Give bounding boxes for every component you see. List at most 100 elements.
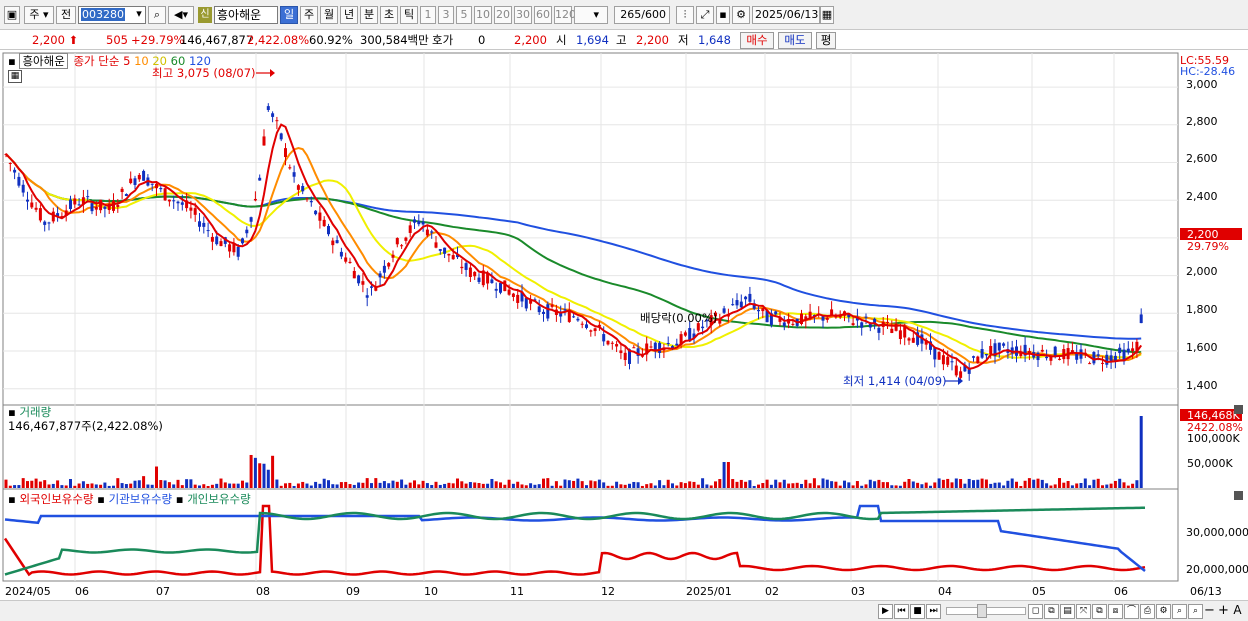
last-page-icon[interactable]: ⏭ (926, 604, 941, 619)
chart-navigation-bar: ▶ ⏮ ■ ⏭ ◻ ⧉ ▤ ⤧ ⧉ ⧈ ⌒ ⎙ ⚙ ⌕ ⌕ − + A (0, 600, 1248, 621)
calendar-icon[interactable]: ▦ (820, 6, 834, 24)
search-icon[interactable]: ⌕ (148, 6, 166, 24)
code-dropdown-icon[interactable]: ▾ (132, 6, 146, 24)
minute-120[interactable]: 120 (554, 6, 576, 24)
interval-minute[interactable]: 분 (360, 6, 378, 24)
price-legend-name[interactable]: 흥아해운 (19, 53, 68, 69)
holding-panel-close-icon[interactable] (1234, 491, 1243, 500)
volume-tick-50000k: 50,000K (1187, 457, 1233, 470)
x-label-08: 08 (256, 585, 270, 598)
high-label: 고 (616, 33, 627, 47)
save-icon[interactable]: ▪ (716, 6, 730, 24)
ma5-legend: 5 (123, 54, 131, 68)
date-field[interactable]: 2025/06/13 (752, 6, 820, 24)
y-tick-2000: 2,000 (1186, 265, 1218, 278)
x-label-06-2025: 06 (1114, 585, 1128, 598)
buy-button[interactable]: 매수 (740, 32, 774, 49)
new-listing-badge: 신 (198, 7, 212, 23)
trade-amount: 300,584백만 (360, 33, 429, 47)
holding-y-axis: 30,000,000 20,000,000 (1186, 526, 1248, 576)
interval-tick[interactable]: 틱 (400, 6, 418, 24)
x-label-05: 05 (1032, 585, 1046, 598)
zoom-out-alt-icon[interactable]: ⌕ (1188, 604, 1203, 619)
candle-type-icon[interactable]: ⫶ (676, 6, 694, 24)
hc-label: HC:-28.46 (1180, 65, 1235, 78)
interval-year[interactable]: 년 (340, 6, 358, 24)
interval-month[interactable]: 월 (320, 6, 338, 24)
custom-interval-select[interactable]: ▾ (574, 6, 608, 24)
count-max: /600 (641, 8, 666, 21)
zoom-in-icon[interactable]: + (1216, 604, 1231, 619)
market-select[interactable]: 전 (56, 6, 76, 24)
hoga-price: 2,200 (514, 33, 547, 47)
holding-tick-30m: 30,000,000 (1186, 526, 1248, 539)
price-y-axis: 3,000 2,800 2,600 2,400 2,000 1,800 1,60… (1180, 54, 1242, 392)
volume-panel-close-icon[interactable] (1234, 405, 1243, 414)
zoom-fit-icon[interactable]: ◻ (1028, 604, 1043, 619)
scroll-right-icon[interactable]: ▶ (878, 604, 893, 619)
institution-holding-legend: 기관보유수량 (108, 492, 173, 506)
low-price: 1,648 (698, 33, 731, 47)
holding-tick-20m: 20,000,000 (1186, 563, 1248, 576)
minute-60[interactable]: 60 (534, 6, 552, 24)
evaluate-button[interactable]: 평 (816, 32, 836, 49)
grid-toggle-icon[interactable]: ▦ (8, 70, 22, 83)
minute-30[interactable]: 30 (514, 6, 532, 24)
chart-canvas[interactable]: 3,000 2,800 2,600 2,400 2,000 1,800 1,60… (0, 51, 1248, 601)
scrollbar-thumb[interactable] (977, 604, 987, 618)
stop-icon[interactable]: ■ (910, 604, 925, 619)
minute-20[interactable]: 20 (494, 6, 512, 24)
minute-10[interactable]: 10 (474, 6, 492, 24)
compare-icon[interactable]: ⧈ (1108, 604, 1123, 619)
y-tick-3000: 3,000 (1186, 78, 1218, 91)
minute-5[interactable]: 5 (456, 6, 472, 24)
overlay-icon[interactable]: ⧉ (1092, 604, 1107, 619)
speaker-icon[interactable]: ◀▾ (168, 6, 194, 24)
interval-week[interactable]: 주 (300, 6, 318, 24)
minute-1[interactable]: 1 (420, 6, 436, 24)
settings-icon[interactable]: ⚙ (1156, 604, 1171, 619)
x-label-02: 02 (765, 585, 779, 598)
sell-button[interactable]: 매도 (778, 32, 812, 49)
ma-label: 종가 단순 (73, 54, 120, 68)
crosshair-icon[interactable]: ⤧ (1076, 604, 1091, 619)
stock-code-value: 003280 (81, 8, 125, 21)
legend-bullet: ▪ (175, 492, 184, 506)
price-change: 505 (106, 33, 128, 47)
quote-bar: 2,200 ⬆ 505 +29.79% 146,467,877 2,422.08… (0, 30, 1248, 50)
y-tick-1400: 1,400 (1186, 379, 1218, 392)
period-type-select[interactable]: 주 ▾ (24, 6, 54, 24)
interval-day[interactable]: 일 (280, 6, 298, 24)
legend-bullet: ▪ (8, 405, 16, 419)
find-icon[interactable]: ⌕ (1172, 604, 1187, 619)
volume-tick-100000k: 100,000K (1187, 432, 1240, 445)
price-change-pct: +29.79% (131, 33, 185, 47)
last-change-tag: 29.79% (1187, 240, 1229, 253)
horizontal-scrollbar[interactable] (946, 604, 1026, 618)
market-label: 전 (60, 8, 72, 21)
x-label-09: 09 (346, 585, 360, 598)
zoom-out-icon[interactable]: − (1202, 604, 1217, 619)
y-tick-2800: 2,800 (1186, 115, 1218, 128)
gear-icon[interactable]: ⚙ (732, 6, 750, 24)
volume-value: 146,467,877주(2,422.08%) (8, 419, 163, 433)
ma60-legend: 60 (170, 54, 186, 68)
count-field[interactable]: 265/600 (614, 6, 670, 24)
count-value: 265 (620, 8, 642, 21)
print-icon[interactable]: ⎙ (1140, 604, 1155, 619)
draw-icon[interactable]: ⌒ (1124, 604, 1139, 619)
y-tick-1800: 1,800 (1186, 303, 1218, 316)
high-annotation: 최고 3,075 (08/07) (152, 66, 256, 80)
font-size-icon[interactable]: A (1230, 604, 1245, 619)
x-label-03: 03 (851, 585, 865, 598)
draw-tool-icon[interactable]: ⤢ (696, 6, 714, 24)
first-page-icon[interactable]: ⏮ (894, 604, 909, 619)
chart-menu-icon[interactable]: ▣ (4, 6, 20, 24)
interval-second[interactable]: 초 (380, 6, 398, 24)
minute-3[interactable]: 3 (438, 6, 454, 24)
copy-icon[interactable]: ⧉ (1044, 604, 1059, 619)
layout-icon[interactable]: ▤ (1060, 604, 1075, 619)
volume-legend: ▪ 거래량 (8, 405, 51, 419)
x-label-07: 07 (156, 585, 170, 598)
chart-toolbar: ▣ 주 ▾ 전 003280 ▾ ⌕ ◀▾ 신 흥아해운 일 주 월 년 분 초… (0, 0, 1248, 30)
